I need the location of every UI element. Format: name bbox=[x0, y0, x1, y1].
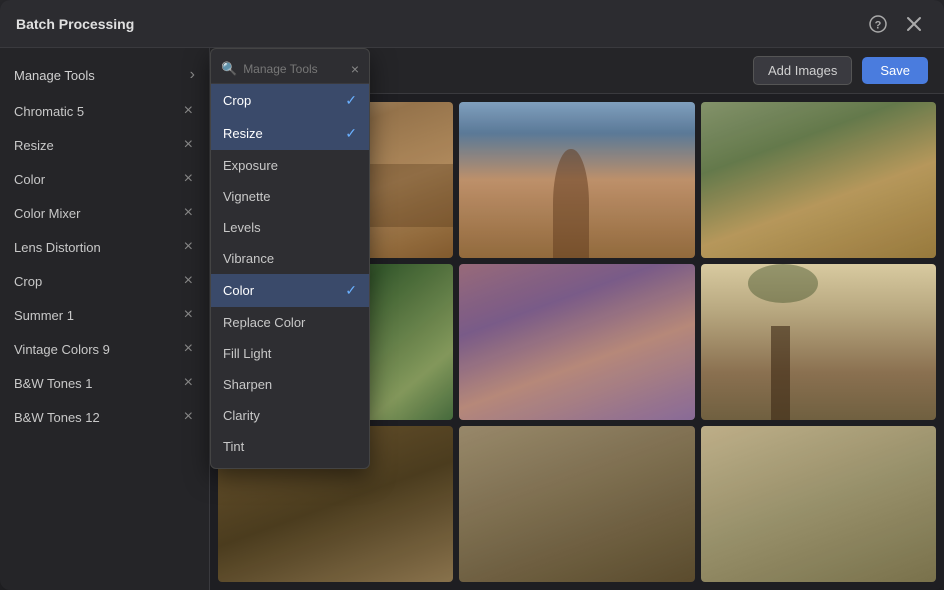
remove-item-button[interactable]: × bbox=[182, 409, 195, 425]
sidebar-item-chromatic5[interactable]: Chromatic 5 × bbox=[0, 94, 209, 128]
dropdown-item-sharpen[interactable]: Sharpen bbox=[211, 369, 369, 400]
sidebar-item-resize[interactable]: Resize × bbox=[0, 128, 209, 162]
add-images-button[interactable]: Add Images bbox=[753, 56, 852, 85]
sidebar-item-color-mixer[interactable]: Color Mixer × bbox=[0, 196, 209, 230]
image-cell-3[interactable] bbox=[701, 102, 936, 258]
dropdown-item-levels[interactable]: Levels bbox=[211, 212, 369, 243]
chevron-right-icon: › bbox=[190, 66, 195, 84]
dropdown-item-label: Tint bbox=[223, 439, 244, 454]
dropdown-item-clarity[interactable]: Clarity bbox=[211, 400, 369, 431]
sidebar-item-label: Vintage Colors 9 bbox=[14, 342, 110, 357]
dropdown-item-exposure[interactable]: Exposure bbox=[211, 150, 369, 181]
dropdown-item-fill-light[interactable]: Fill Light bbox=[211, 338, 369, 369]
svg-text:?: ? bbox=[875, 19, 882, 31]
checkmark-icon: ✓ bbox=[345, 282, 357, 299]
close-button[interactable] bbox=[900, 10, 928, 38]
dropdown-item-label: Vibrance bbox=[223, 251, 274, 266]
modal-body: Manage Tools › Chromatic 5 × Resize × Co… bbox=[0, 48, 944, 590]
remove-item-button[interactable]: × bbox=[182, 103, 195, 119]
dropdown-item-label: Replace Color bbox=[223, 315, 305, 330]
dropdown-search-bar: 🔍 × bbox=[211, 55, 369, 84]
remove-item-button[interactable]: × bbox=[182, 375, 195, 391]
dropdown-item-vibrance[interactable]: Vibrance bbox=[211, 243, 369, 274]
checkmark-icon: ✓ bbox=[345, 92, 357, 109]
sidebar-item-label: Resize bbox=[14, 138, 54, 153]
sidebar-item-label: Summer 1 bbox=[14, 308, 74, 323]
search-icon: 🔍 bbox=[221, 61, 237, 77]
dropdown-item-label: Sharpen bbox=[223, 377, 272, 392]
dropdown-item-crop[interactable]: Crop ✓ bbox=[211, 84, 369, 117]
sidebar-items-list: Chromatic 5 × Resize × Color × Color Mix… bbox=[0, 94, 209, 434]
sidebar-item-label: B&W Tones 1 bbox=[14, 376, 93, 391]
sidebar-item-summer1[interactable]: Summer 1 × bbox=[0, 298, 209, 332]
remove-item-button[interactable]: × bbox=[182, 205, 195, 221]
remove-item-button[interactable]: × bbox=[182, 341, 195, 357]
sidebar-item-label: Color Mixer bbox=[14, 206, 80, 221]
help-button[interactable]: ? bbox=[864, 10, 892, 38]
close-icon bbox=[906, 16, 922, 32]
sidebar-item-bw-tones1[interactable]: B&W Tones 1 × bbox=[0, 366, 209, 400]
checkmark-icon: ✓ bbox=[345, 125, 357, 142]
sidebar-item-lens-distortion[interactable]: Lens Distortion × bbox=[0, 230, 209, 264]
remove-item-button[interactable]: × bbox=[182, 273, 195, 289]
dropdown-item-color[interactable]: Color ✓ bbox=[211, 274, 369, 307]
dropdown-item-label: Clarity bbox=[223, 408, 260, 423]
dropdown-item-vignette[interactable]: Vignette bbox=[211, 181, 369, 212]
modal-title: Batch Processing bbox=[16, 16, 134, 32]
sidebar-item-label: Lens Distortion bbox=[14, 240, 101, 255]
dropdown-item-label: Color bbox=[223, 283, 254, 298]
remove-item-button[interactable]: × bbox=[182, 137, 195, 153]
help-icon: ? bbox=[869, 15, 887, 33]
manage-tools-dropdown: 🔍 × Crop ✓ Resize ✓ Exposure Vignette Le… bbox=[210, 48, 370, 469]
dropdown-item-label: Resize bbox=[223, 126, 263, 141]
dropdown-item-label: Exposure bbox=[223, 158, 278, 173]
image-cell-5[interactable] bbox=[459, 264, 694, 420]
manage-tools-label: Manage Tools bbox=[14, 68, 95, 83]
remove-item-button[interactable]: × bbox=[182, 239, 195, 255]
sidebar-item-label: Crop bbox=[14, 274, 42, 289]
sidebar-item-label: B&W Tones 12 bbox=[14, 410, 100, 425]
remove-item-button[interactable]: × bbox=[182, 171, 195, 187]
sidebar: Manage Tools › Chromatic 5 × Resize × Co… bbox=[0, 48, 210, 590]
sidebar-item-color[interactable]: Color × bbox=[0, 162, 209, 196]
image-cell-6[interactable] bbox=[701, 264, 936, 420]
dropdown-item-resize[interactable]: Resize ✓ bbox=[211, 117, 369, 150]
sidebar-item-label: Chromatic 5 bbox=[14, 104, 84, 119]
sidebar-item-label: Color bbox=[14, 172, 45, 187]
dropdown-item-replace-color[interactable]: Replace Color bbox=[211, 307, 369, 338]
sidebar-item-crop[interactable]: Crop × bbox=[0, 264, 209, 298]
manage-tools-row[interactable]: Manage Tools › bbox=[0, 56, 209, 94]
image-cell-2[interactable] bbox=[459, 102, 694, 258]
dropdown-clear-button[interactable]: × bbox=[351, 62, 359, 76]
image-cell-8[interactable] bbox=[459, 426, 694, 582]
image-cell-9[interactable] bbox=[701, 426, 936, 582]
batch-processing-modal: Batch Processing ? Manage Tools › bbox=[0, 0, 944, 590]
save-button[interactable]: Save bbox=[862, 57, 928, 84]
dropdown-item-label: Vignette bbox=[223, 189, 270, 204]
sidebar-item-vintage-colors9[interactable]: Vintage Colors 9 × bbox=[0, 332, 209, 366]
dropdown-item-tint[interactable]: Tint bbox=[211, 431, 369, 462]
dropdown-item-label: Crop bbox=[223, 93, 251, 108]
sidebar-item-bw-tones12[interactable]: B&W Tones 12 × bbox=[0, 400, 209, 434]
remove-item-button[interactable]: × bbox=[182, 307, 195, 323]
dropdown-item-label: Fill Light bbox=[223, 346, 271, 361]
dropdown-items-list: Crop ✓ Resize ✓ Exposure Vignette Levels… bbox=[211, 84, 369, 462]
title-bar-actions: ? bbox=[864, 10, 928, 38]
title-bar: Batch Processing ? bbox=[0, 0, 944, 48]
dropdown-search-input[interactable] bbox=[243, 62, 345, 76]
dropdown-item-label: Levels bbox=[223, 220, 261, 235]
